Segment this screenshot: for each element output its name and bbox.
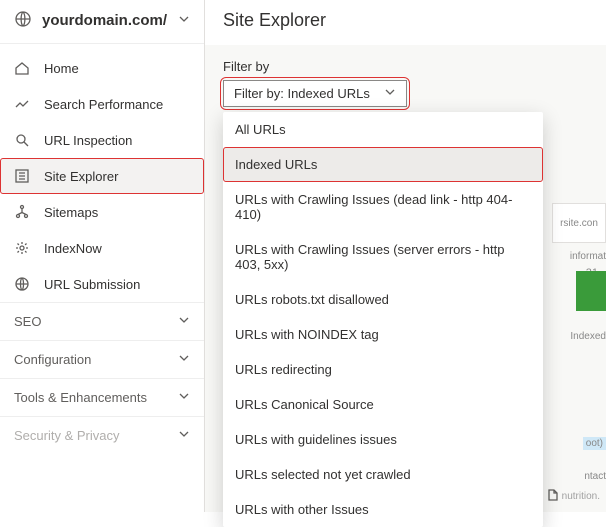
- filter-dropdown-button[interactable]: Filter by: Indexed URLs: [223, 80, 407, 107]
- domain-selector[interactable]: yourdomain.com/: [0, 0, 204, 44]
- sitemap-icon: [14, 204, 30, 220]
- list-icon: [14, 168, 30, 184]
- chevron-down-icon: [178, 390, 190, 405]
- gear-icon: [14, 240, 30, 256]
- document-icon: [548, 489, 558, 504]
- content: rsite.con informat 31 Indexed oot) ntact…: [205, 45, 606, 512]
- nav-label: Sitemaps: [44, 205, 98, 220]
- filter-wrap: Filter by: Indexed URLs All URLsIndexed …: [223, 80, 407, 107]
- globe-icon: [14, 10, 32, 31]
- filter-option[interactable]: URLs robots.txt disallowed: [223, 282, 543, 317]
- nav-section-label: Tools & Enhancements: [14, 390, 147, 405]
- filter-option[interactable]: URLs with guidelines issues: [223, 422, 543, 457]
- nav-url-inspection[interactable]: URL Inspection: [0, 122, 204, 158]
- bg-root-label: oot): [583, 437, 606, 450]
- chevron-down-icon: [178, 13, 190, 28]
- chevron-down-icon: [178, 314, 190, 329]
- bg-green-bar: [576, 271, 606, 311]
- nav-section-label: Security & Privacy: [14, 428, 119, 443]
- page-title: Site Explorer: [205, 0, 606, 45]
- home-icon: [14, 60, 30, 76]
- filter-button-text: Filter by: Indexed URLs: [234, 86, 370, 101]
- nav-section-label: SEO: [14, 314, 41, 329]
- filter-option[interactable]: Indexed URLs: [223, 147, 543, 182]
- bg-info-label: informat: [570, 251, 606, 262]
- nav-label: Home: [44, 61, 79, 76]
- domain-text: yourdomain.com/: [42, 12, 168, 29]
- nav-sitemaps[interactable]: Sitemaps: [0, 194, 204, 230]
- globe-icon: [14, 276, 30, 292]
- nav-label: URL Submission: [44, 277, 140, 292]
- nav-indexnow[interactable]: IndexNow: [0, 230, 204, 266]
- filter-label: Filter by: [223, 59, 588, 74]
- nav-label: URL Inspection: [44, 133, 132, 148]
- filter-option[interactable]: URLs with Crawling Issues (dead link - h…: [223, 182, 543, 232]
- filter-dropdown-menu: All URLsIndexed URLsURLs with Crawling I…: [223, 112, 543, 527]
- bg-indexed-label: Indexed: [570, 331, 606, 342]
- nav-site-explorer[interactable]: Site Explorer: [0, 158, 204, 194]
- sidebar: yourdomain.com/ Home Search Performance …: [0, 0, 205, 512]
- nav-section-security[interactable]: Security & Privacy: [0, 416, 204, 454]
- filter-option[interactable]: URLs Canonical Source: [223, 387, 543, 422]
- bg-site-card: rsite.con: [552, 203, 606, 243]
- filter-option[interactable]: URLs with other Issues: [223, 492, 543, 527]
- filter-option[interactable]: URLs with Crawling Issues (server errors…: [223, 232, 543, 282]
- nav-home[interactable]: Home: [0, 50, 204, 86]
- chevron-down-icon: [178, 352, 190, 367]
- bg-nutrition-row: nutrition.: [548, 489, 600, 504]
- bg-contact-label: ntact: [584, 471, 606, 482]
- nav-label: IndexNow: [44, 241, 102, 256]
- filter-option[interactable]: All URLs: [223, 112, 543, 147]
- nav-section-configuration[interactable]: Configuration: [0, 340, 204, 378]
- nav-section-label: Configuration: [14, 352, 91, 367]
- chevron-down-icon: [384, 86, 396, 101]
- nav-section-tools[interactable]: Tools & Enhancements: [0, 378, 204, 416]
- filter-option[interactable]: URLs selected not yet crawled: [223, 457, 543, 492]
- nav-label: Site Explorer: [44, 169, 118, 184]
- nav-url-submission[interactable]: URL Submission: [0, 266, 204, 302]
- filter-option[interactable]: URLs redirecting: [223, 352, 543, 387]
- search-icon: [14, 132, 30, 148]
- nav: Home Search Performance URL Inspection S…: [0, 44, 204, 302]
- nav-label: Search Performance: [44, 97, 163, 112]
- chevron-down-icon: [178, 428, 190, 443]
- main: Site Explorer rsite.con informat 31 Inde…: [205, 0, 606, 512]
- nav-section-seo[interactable]: SEO: [0, 302, 204, 340]
- filter-option[interactable]: URLs with NOINDEX tag: [223, 317, 543, 352]
- trend-icon: [14, 96, 30, 112]
- nav-search-performance[interactable]: Search Performance: [0, 86, 204, 122]
